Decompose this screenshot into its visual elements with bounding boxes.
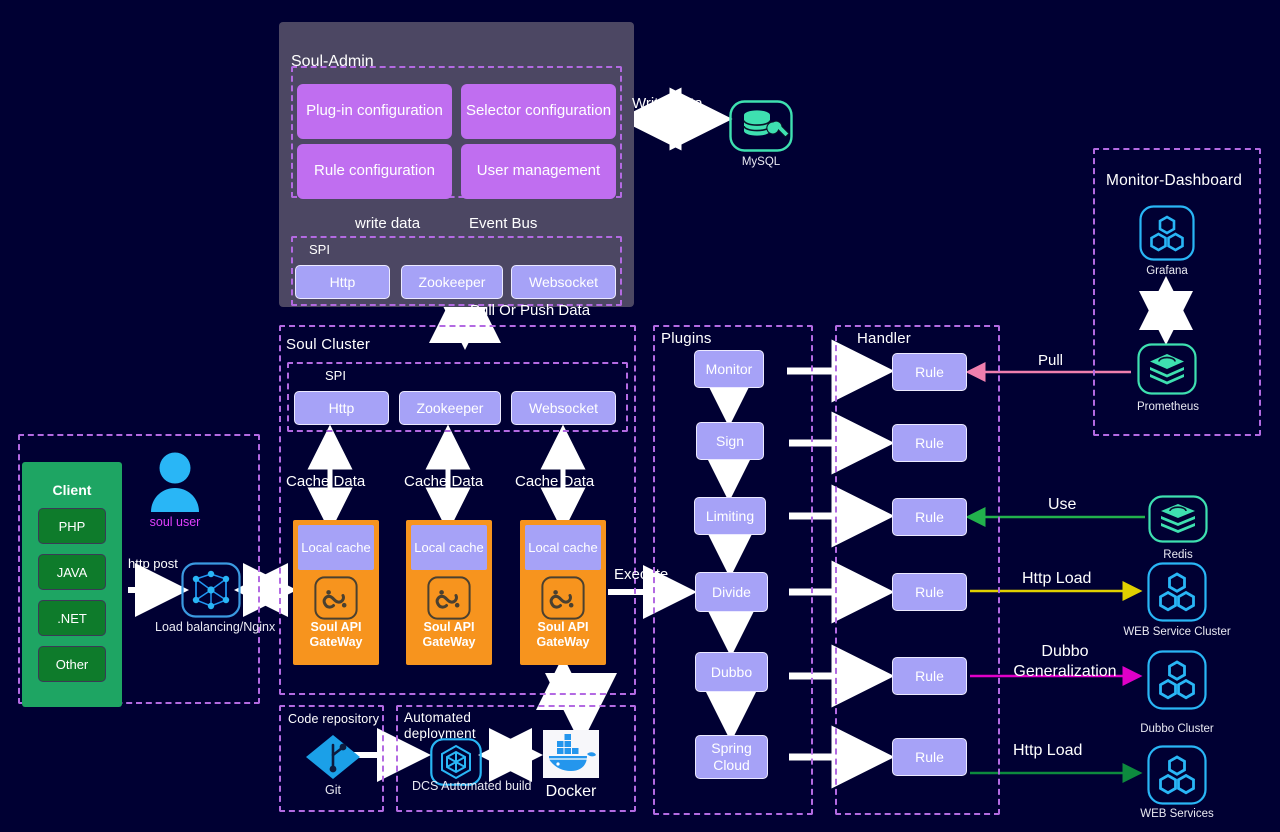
local-cache-2: Local cache <box>411 525 487 570</box>
cluster-spi-websocket[interactable]: Websocket <box>511 391 616 425</box>
client-item-php[interactable]: PHP <box>38 508 106 544</box>
handler-rule-2[interactable]: Rule <box>892 424 967 462</box>
http-load-label-2: Http Load <box>1013 742 1083 759</box>
event-bus-label: Event Bus <box>469 215 538 232</box>
cache-data-label-2: Cache Data <box>404 473 484 490</box>
hexagon-cluster-icon <box>1147 562 1207 622</box>
docker-node <box>543 730 599 778</box>
soul-api-gateway-3[interactable]: Local cache Soul API GateWay <box>520 520 606 665</box>
cluster-spi-zookeeper[interactable]: Zookeeper <box>399 391 501 425</box>
client-item-net[interactable]: .NET <box>38 600 106 636</box>
pull-label: Pull <box>1038 352 1064 369</box>
web-services-node <box>1147 745 1207 805</box>
grafana-node <box>1139 205 1195 261</box>
git-diamond-icon <box>306 735 360 779</box>
plugin-spring-cloud[interactable]: Spring Cloud <box>695 735 768 779</box>
cache-data-label-3: Cache Data <box>515 473 595 490</box>
soul-user-label: soul user <box>149 515 201 529</box>
local-cache-1: Local cache <box>298 525 374 570</box>
database-wrench-icon <box>729 100 793 152</box>
pull-or-push-label: Pull Or Push Data <box>470 302 591 319</box>
handler-title: Handler <box>857 330 911 347</box>
cache-data-label-1: Cache Data <box>286 473 366 490</box>
dubbo-cluster-caption: Dubbo Cluster <box>1140 723 1214 735</box>
soul-api-gateway-1[interactable]: Local cache Soul API GateWay <box>293 520 379 665</box>
hexagon-cluster-icon <box>1147 745 1207 805</box>
redis-caption: Redis <box>1163 549 1193 561</box>
soul-logo-icon <box>427 576 471 620</box>
prometheus-node <box>1137 343 1197 395</box>
handler-rule-5[interactable]: Rule <box>892 657 967 695</box>
handler-rule-4[interactable]: Rule <box>892 573 967 611</box>
admin-spi-http[interactable]: Http <box>295 265 390 299</box>
docker-caption: Docker <box>545 783 597 800</box>
soul-user-node <box>146 450 204 512</box>
hexagon-cluster-icon <box>1147 650 1207 710</box>
gateway-name-2: Soul API GateWay <box>422 620 476 649</box>
soul-logo-icon <box>541 576 585 620</box>
client-item-other[interactable]: Other <box>38 646 106 682</box>
stacked-layers-icon <box>1148 495 1208 543</box>
rule-configuration-box[interactable]: Rule configuration <box>297 144 452 199</box>
handler-rule-6[interactable]: Rule <box>892 738 967 776</box>
git-caption: Git <box>325 783 341 797</box>
http-post-label: http post <box>128 556 178 571</box>
dubbo-cluster-node <box>1147 650 1207 710</box>
plugin-divide[interactable]: Divide <box>695 572 768 612</box>
soul-admin-panel: Soul-Admin Plug-in configuration Selecto… <box>279 22 634 307</box>
handler-rule-1[interactable]: Rule <box>892 353 967 391</box>
plugin-configuration-box[interactable]: Plug-in configuration <box>297 84 452 139</box>
git-node <box>304 733 362 781</box>
write-data-label: write data <box>355 215 421 232</box>
selector-configuration-box[interactable]: Selector configuration <box>461 84 616 139</box>
plugins-title: Plugins <box>661 330 712 347</box>
write-data-arrow-label: Write Data <box>632 95 703 112</box>
mysql-caption: MySQL <box>741 156 781 168</box>
http-load-label-1: Http Load <box>1022 570 1092 587</box>
plugin-sign[interactable]: Sign <box>696 422 764 460</box>
dubbo-generalization-label: Dubbo Generalization <box>1013 643 1117 681</box>
code-repository-label: Code repository <box>288 712 380 726</box>
network-nodes-icon <box>181 562 241 618</box>
cluster-spi-label: SPI <box>325 368 346 383</box>
hexagon-cluster-icon <box>1139 205 1195 261</box>
plugin-limiting[interactable]: Limiting <box>694 497 766 535</box>
handler-rule-3[interactable]: Rule <box>892 498 967 536</box>
monitor-dashboard-title: Monitor-Dashboard <box>1106 172 1243 189</box>
admin-spi-label: SPI <box>309 242 330 257</box>
client-box: Client PHP JAVA .NET Other <box>22 462 122 707</box>
mysql-node <box>729 100 793 152</box>
use-label: Use <box>1048 496 1077 513</box>
soul-cluster-title: Soul Cluster <box>286 336 371 353</box>
soul-logo-icon <box>314 576 358 620</box>
redis-node <box>1148 495 1208 543</box>
connector-layer <box>128 87 1193 789</box>
web-service-cluster-node <box>1147 562 1207 622</box>
soul-api-gateway-2[interactable]: Local cache Soul API GateWay <box>406 520 492 665</box>
local-cache-3: Local cache <box>525 525 601 570</box>
web-services-caption: WEB Services <box>1140 808 1214 820</box>
load-balancer-caption: Load balancing/Nginx <box>155 620 276 634</box>
client-item-java[interactable]: JAVA <box>38 554 106 590</box>
dcs-caption: DCS Automated build <box>412 779 532 793</box>
docker-whale-icon <box>549 734 596 771</box>
client-title: Client <box>52 482 92 498</box>
load-balancer-node <box>181 562 241 618</box>
web-service-cluster-caption: WEB Service Cluster <box>1123 626 1231 638</box>
person-icon <box>151 452 199 512</box>
cluster-spi-http[interactable]: Http <box>294 391 389 425</box>
grafana-caption: Grafana <box>1146 265 1188 277</box>
architecture-diagram: Soul-Admin Plug-in configuration Selecto… <box>0 0 1280 832</box>
plugin-monitor[interactable]: Monitor <box>694 350 764 388</box>
gateway-name-1: Soul API GateWay <box>309 620 363 649</box>
plugin-dubbo[interactable]: Dubbo <box>695 652 768 692</box>
prometheus-caption: Prometheus <box>1136 401 1199 413</box>
user-management-box[interactable]: User management <box>461 144 616 199</box>
admin-spi-websocket[interactable]: Websocket <box>511 265 616 299</box>
stacked-layers-icon <box>1137 343 1197 395</box>
admin-spi-zookeeper[interactable]: Zookeeper <box>401 265 503 299</box>
gateway-name-3: Soul API GateWay <box>536 620 590 649</box>
